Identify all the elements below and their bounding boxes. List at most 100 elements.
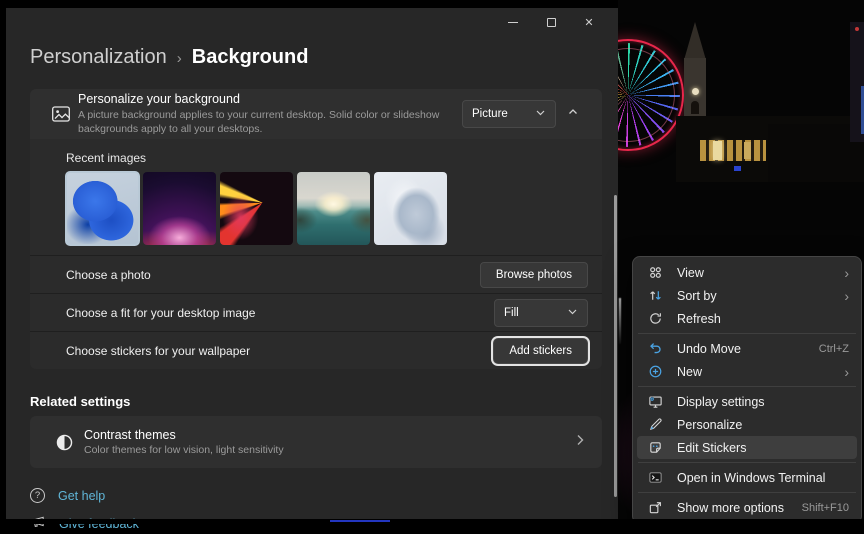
recent-image-calm-seascape[interactable] <box>297 172 370 245</box>
ferris-wheel <box>618 39 684 151</box>
help-icon: ? <box>30 488 45 503</box>
choose-fit-label: Choose a fit for your desktop image <box>66 306 494 320</box>
menu-label: New <box>677 365 844 379</box>
contrast-themes-title: Contrast themes <box>84 428 574 442</box>
recent-image-abstract-ribbons[interactable] <box>220 172 293 245</box>
undo-icon <box>647 341 663 357</box>
menu-item-undo-move[interactable]: Undo Move Ctrl+Z <box>637 337 857 360</box>
contrast-themes-card[interactable]: Contrast themes Color themes for low vis… <box>30 416 602 468</box>
minimize-button[interactable] <box>494 10 532 34</box>
screen-edge <box>0 519 864 524</box>
personalize-brush-icon <box>647 417 663 433</box>
give-feedback-link[interactable]: Give feedback <box>30 514 602 534</box>
chevron-right-icon <box>574 433 586 452</box>
choose-stickers-row: Choose stickers for your wallpaper Add s… <box>30 331 602 369</box>
recent-image-purple-glow[interactable] <box>143 172 216 245</box>
sort-arrows-icon <box>647 288 663 304</box>
recent-image-bloom-light[interactable] <box>374 172 447 245</box>
lit-windows <box>700 140 766 161</box>
recent-images-label: Recent images <box>66 151 588 165</box>
display-settings-icon <box>647 394 663 410</box>
menu-label: Edit Stickers <box>677 441 849 455</box>
lit-window-blue <box>734 166 741 171</box>
menu-label: Undo Move <box>677 342 819 356</box>
desktop-context-menu: View › Sort by › Refresh Undo <box>632 256 862 524</box>
breadcrumb: Personalization › Background <box>30 46 602 69</box>
chevron-up-icon <box>567 105 579 123</box>
page-title: Background <box>192 46 309 69</box>
titlebar: ✕ <box>6 8 618 36</box>
view-grid-icon <box>647 265 663 281</box>
close-button[interactable]: ✕ <box>570 10 608 34</box>
submenu-chevron-icon: › <box>844 365 849 379</box>
related-settings-heading: Related settings <box>30 394 602 409</box>
menu-shortcut: Ctrl+Z <box>819 343 849 355</box>
desktop-edge-light <box>330 520 390 522</box>
fit-dropdown[interactable]: Fill <box>494 299 588 327</box>
refresh-icon <box>647 311 663 327</box>
card-description: A picture background applies to your cur… <box>78 108 452 136</box>
choose-photo-row: Choose a photo Browse photos <box>30 255 602 293</box>
menu-separator <box>638 462 856 463</box>
menu-separator <box>638 333 856 334</box>
menu-item-new[interactable]: New › <box>637 360 857 383</box>
submenu-chevron-icon: › <box>844 266 849 280</box>
menu-separator <box>638 386 856 387</box>
breadcrumb-separator: › <box>177 50 182 67</box>
vertical-scrollbar[interactable] <box>614 195 617 497</box>
feedback-icon <box>30 514 46 534</box>
maximize-button[interactable] <box>532 10 570 34</box>
contrast-icon <box>44 433 84 452</box>
menu-item-personalize[interactable]: Personalize <box>637 413 857 436</box>
menu-item-display-settings[interactable]: Display settings <box>637 390 857 413</box>
terminal-icon <box>647 470 663 486</box>
edit-stickers-icon <box>647 440 663 456</box>
card-title: Personalize your background <box>78 92 452 106</box>
lit-window <box>744 142 751 159</box>
menu-item-edit-stickers[interactable]: Edit Stickers <box>637 436 857 459</box>
add-stickers-button[interactable]: Add stickers <box>493 338 588 364</box>
new-plus-icon <box>647 364 663 380</box>
breadcrumb-personalization[interactable]: Personalization <box>30 46 167 69</box>
chevron-down-icon <box>567 306 578 320</box>
tower-window <box>691 101 699 114</box>
menu-item-view[interactable]: View › <box>637 261 857 284</box>
background-expander-header[interactable]: Personalize your background A picture ba… <box>30 89 602 139</box>
menu-item-show-more-options[interactable]: Show more options Shift+F10 <box>637 496 857 519</box>
fit-value: Fill <box>504 307 519 319</box>
browse-photos-button[interactable]: Browse photos <box>480 262 588 288</box>
picture-icon <box>44 104 78 124</box>
choose-stickers-label: Choose stickers for your wallpaper <box>66 344 493 358</box>
menu-label: Personalize <box>677 418 849 432</box>
menu-label: Sort by <box>677 289 844 303</box>
menu-item-sort-by[interactable]: Sort by › <box>637 284 857 307</box>
light-streak <box>619 298 621 344</box>
collapse-expander-button[interactable] <box>556 100 590 128</box>
menu-label: View <box>677 266 844 280</box>
menu-item-open-windows-terminal[interactable]: Open in Windows Terminal <box>637 466 857 489</box>
lit-window <box>713 141 722 160</box>
choose-photo-label: Choose a photo <box>66 268 480 282</box>
background-card: Personalize your background A picture ba… <box>30 89 602 369</box>
settings-window: ✕ Personalization › Background Personali… <box>6 8 618 519</box>
choose-fit-row: Choose a fit for your desktop image Fill <box>30 293 602 331</box>
get-help-label: Get help <box>58 489 105 503</box>
contrast-themes-description: Color themes for low vision, light sensi… <box>84 444 574 456</box>
menu-separator <box>638 492 856 493</box>
menu-label: Display settings <box>677 395 849 409</box>
get-help-link[interactable]: ? Get help <box>30 488 602 503</box>
background-type-dropdown[interactable]: Picture <box>462 100 556 128</box>
recent-images-row <box>66 172 588 245</box>
submenu-chevron-icon: › <box>844 289 849 303</box>
menu-label: Show more options <box>677 501 802 515</box>
menu-label: Open in Windows Terminal <box>677 471 849 485</box>
tower-clock <box>692 88 699 95</box>
recent-image-windows-bloom-blue[interactable] <box>66 172 139 245</box>
menu-label: Refresh <box>677 312 849 326</box>
church-spire <box>684 22 706 60</box>
show-more-icon <box>647 500 663 516</box>
background-type-value: Picture <box>472 108 508 120</box>
menu-item-refresh[interactable]: Refresh <box>637 307 857 330</box>
chevron-down-icon <box>535 107 546 121</box>
menu-shortcut: Shift+F10 <box>802 502 849 514</box>
